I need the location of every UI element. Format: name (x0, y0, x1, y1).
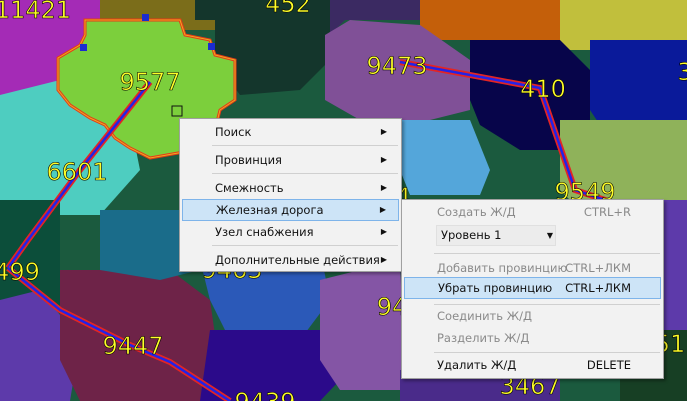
railway-submenu: Создать Ж/Д CTRL+R Уровень 1 ▼ Добавить … (401, 199, 664, 379)
menu-separator (212, 173, 398, 174)
menu-item-delete-railway[interactable]: Удалить Ж/Д DELETE (404, 355, 661, 375)
railway-node-marker (208, 43, 215, 50)
menu-separator (212, 145, 398, 146)
menu-separator (434, 304, 660, 305)
chevron-right-icon: ▶ (380, 183, 387, 192)
province-label-partial-bottom: 9439 (234, 388, 295, 401)
chevron-right-icon: ▶ (380, 155, 387, 164)
province-label-9577: 9577 (119, 68, 180, 96)
menu-item-split-railway[interactable]: Разделить Ж/Д (404, 328, 661, 348)
railway-level-select[interactable]: Уровень 1 ▼ (436, 225, 556, 246)
chevron-down-icon: ▼ (546, 231, 553, 240)
create-railway-shortcut: CTRL+R (583, 205, 631, 219)
split-railway-label: Разделить Ж/Д (437, 331, 530, 345)
remove-province-shortcut: CTRL+ЛКМ (565, 281, 631, 295)
province-region (590, 40, 687, 125)
chevron-right-icon: ▶ (380, 255, 387, 264)
remove-province-label: Убрать провинцию (438, 281, 553, 295)
delete-railway-shortcut: DELETE (586, 358, 631, 372)
connect-railway-label: Соединить Ж/Д (437, 309, 532, 323)
menu-item-search[interactable]: Поиск ▶ (182, 122, 399, 142)
chevron-right-icon: ▶ (380, 127, 387, 136)
province-label-partial-right-top: 3 (677, 58, 687, 86)
province-label-11421: 11421 (0, 0, 71, 24)
province-label-9447: 9447 (102, 332, 163, 360)
province-label-452: 452 (265, 0, 311, 18)
add-province-shortcut: CTRL+ЛКМ (565, 261, 631, 275)
province-label-410: 410 (520, 75, 566, 103)
province-region (320, 260, 405, 390)
create-railway-label: Создать Ж/Д (437, 205, 516, 219)
menu-item-connect-railway[interactable]: Соединить Ж/Д (404, 306, 661, 326)
menu-item-add-province[interactable]: Добавить провинцию CTRL+ЛКМ (404, 258, 661, 278)
menu-item-adjacency[interactable]: Смежность ▶ (182, 178, 399, 198)
menu-item-remove-province[interactable]: Убрать провинцию CTRL+ЛКМ (404, 277, 661, 299)
menu-item-adjacency-label: Смежность (215, 181, 284, 195)
menu-item-extra-actions-label: Дополнительные действия (215, 253, 380, 267)
menu-item-railway[interactable]: Железная дорога ▶ (182, 199, 399, 221)
menu-separator (212, 245, 398, 246)
menu-item-extra-actions[interactable]: Дополнительные действия ▶ (182, 250, 399, 270)
province-label-499: 499 (0, 258, 40, 286)
context-menu: Поиск ▶ Провинция ▶ Смежность ▶ Железная… (179, 118, 402, 272)
menu-item-railway-label: Железная дорога (216, 203, 324, 217)
province-region (420, 0, 560, 40)
add-province-label: Добавить провинцию (437, 261, 568, 275)
menu-item-supply-node-label: Узел снабжения (215, 225, 314, 239)
delete-railway-label: Удалить Ж/Д (437, 358, 517, 372)
menu-separator (434, 352, 660, 353)
province-label-6601: 6601 (46, 158, 107, 186)
menu-item-province-label: Провинция (215, 153, 282, 167)
province-label-9473: 9473 (366, 52, 427, 80)
railway-level-value: Уровень 1 (441, 228, 502, 242)
menu-item-create-railway[interactable]: Создать Ж/Д CTRL+R (404, 202, 661, 222)
menu-item-supply-node[interactable]: Узел снабжения ▶ (182, 222, 399, 242)
menu-separator (434, 253, 660, 254)
railway-node-marker (142, 14, 149, 21)
menu-item-search-label: Поиск (215, 125, 252, 139)
railway-node-marker (80, 44, 87, 51)
chevron-right-icon: ▶ (380, 227, 387, 236)
chevron-right-icon: ▶ (379, 205, 386, 214)
menu-item-province[interactable]: Провинция ▶ (182, 150, 399, 170)
